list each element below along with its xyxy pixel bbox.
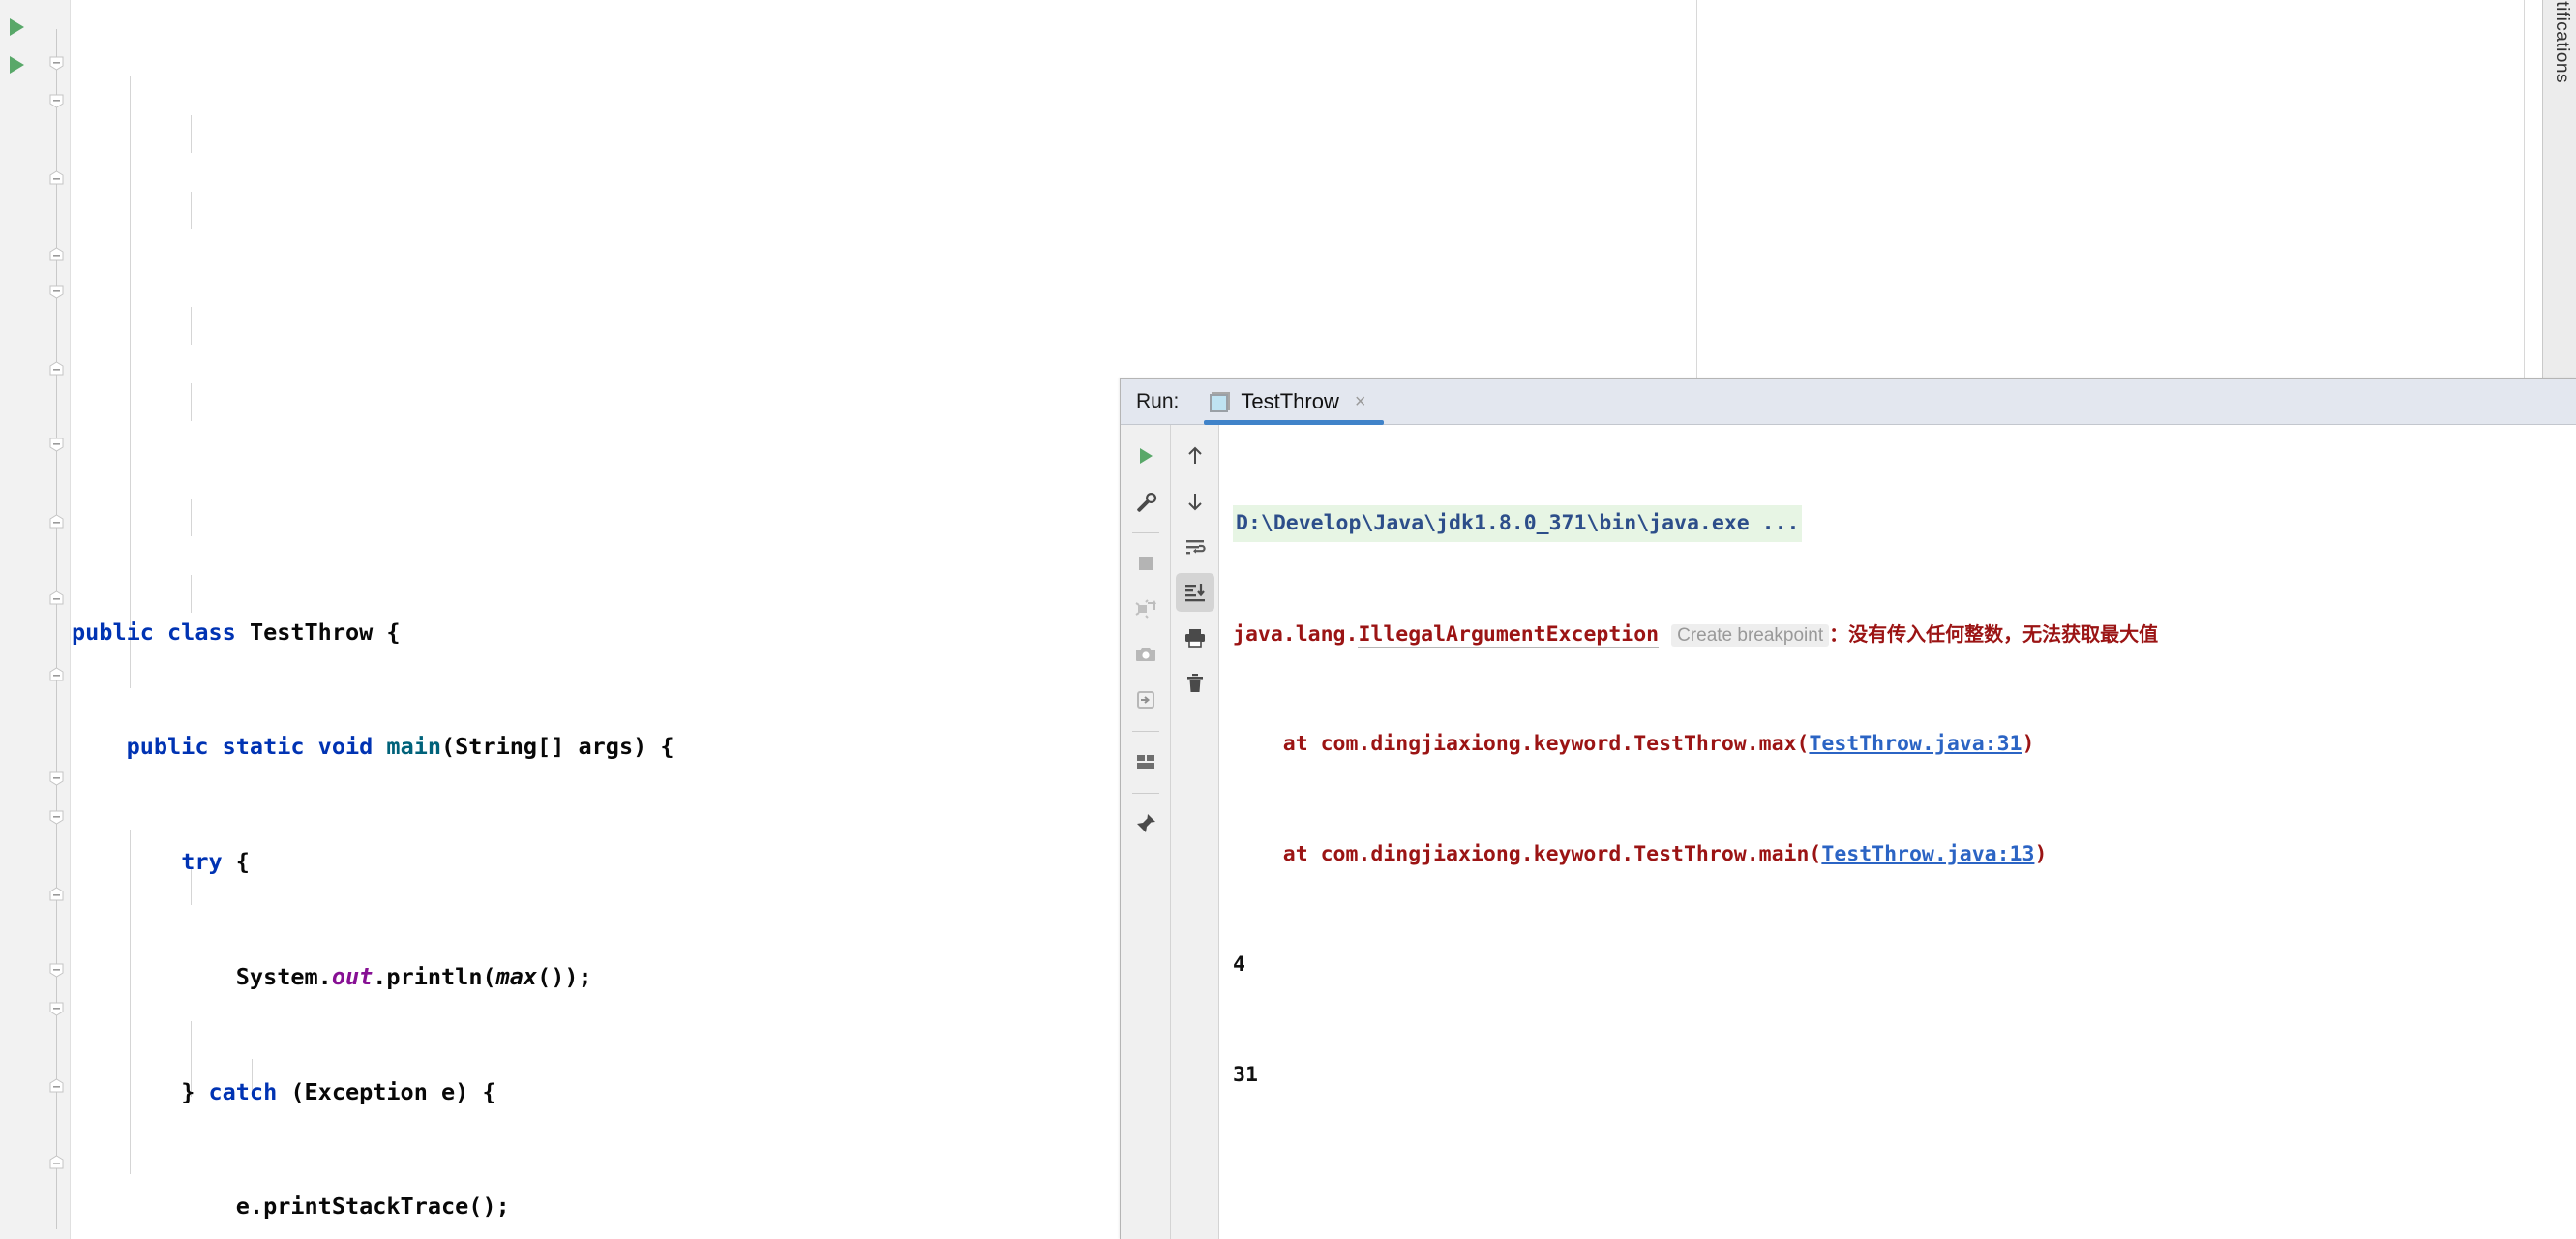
code-text-area[interactable]: public class TestThrow { public static v… — [70, 0, 1124, 1239]
exception-class[interactable]: IllegalArgumentException — [1358, 622, 1660, 648]
run-toolbar-left[interactable] — [1121, 425, 1171, 1239]
console-icon — [1210, 391, 1231, 412]
run-label: Run: — [1136, 390, 1180, 412]
exception-message: 没有传入任何整数，无法获取最大值 — [1848, 622, 2159, 646]
camera-icon[interactable] — [1126, 635, 1165, 674]
fold-marker-for[interactable] — [49, 963, 64, 978]
console-output[interactable]: D:\Develop\Java\jdk1.8.0_371\bin\java.ex… — [1219, 425, 2576, 1239]
toolbar-separator — [1131, 731, 1159, 732]
java-command: D:\Develop\Java\jdk1.8.0_371\bin\java.ex… — [1233, 505, 1803, 542]
run-tool-window-header: Run: TestThrow × — [1121, 379, 2576, 425]
code-line[interactable]: try { — [70, 843, 1124, 882]
fold-marker-catch3b[interactable] — [49, 590, 64, 605]
stack-file-link[interactable]: TestThrow.java:31 — [1809, 732, 2022, 756]
stdout-value: 4 — [1233, 952, 1245, 977]
indent-guide — [191, 115, 192, 153]
console-stdout-line: 31 — [1233, 1057, 2576, 1094]
up-arrow-icon[interactable] — [1176, 437, 1214, 475]
fold-marker-try2[interactable] — [49, 247, 64, 261]
create-breakpoint-badge[interactable]: Create breakpoint — [1671, 624, 1830, 647]
run-method-marker[interactable] — [10, 56, 24, 74]
indent-guide — [191, 307, 192, 345]
indent-guide — [191, 383, 192, 421]
indent-guide — [191, 499, 192, 536]
indent-guide — [130, 76, 131, 688]
tool-window-tab-notifications[interactable]: Notifications — [2547, 0, 2572, 83]
down-arrow-icon[interactable] — [1176, 482, 1214, 521]
fold-marker-main[interactable] — [49, 56, 64, 71]
trash-icon[interactable] — [1176, 664, 1214, 703]
fold-marker-if[interactable] — [49, 810, 64, 825]
fold-marker-try1[interactable] — [49, 94, 64, 108]
fold-marker-inner-if[interactable] — [49, 1002, 64, 1016]
console-stack-line: at com.dingjiaxiong.keyword.TestThrow.ma… — [1233, 836, 2576, 873]
code-line[interactable]: public static void main(String[] args) { — [70, 728, 1124, 767]
active-tab-indicator — [1204, 419, 1385, 425]
fold-marker-end-main[interactable] — [49, 667, 64, 681]
exception-separator: ： — [1829, 622, 1849, 646]
fold-marker-inner-if-end[interactable] — [49, 1078, 64, 1093]
fold-guide-line — [56, 29, 57, 1229]
run-tab-title: TestThrow — [1241, 389, 1339, 413]
code-line[interactable]: e.printStackTrace(); — [70, 1188, 1124, 1226]
close-icon[interactable]: × — [1355, 392, 1366, 411]
fold-marker-catch3[interactable] — [49, 514, 64, 529]
console-command-line: D:\Develop\Java\jdk1.8.0_371\bin\java.ex… — [1233, 505, 2576, 542]
fold-marker-for-end[interactable] — [49, 1155, 64, 1169]
settings-wrench-icon[interactable] — [1126, 482, 1165, 521]
fold-marker-catch2[interactable] — [49, 361, 64, 376]
fold-marker-try2b[interactable] — [49, 285, 64, 299]
run-toolbar-console[interactable] — [1171, 425, 1219, 1239]
run-tool-window-body: D:\Develop\Java\jdk1.8.0_371\bin\java.ex… — [1121, 425, 2576, 1239]
exception-package: java.lang. — [1233, 622, 1359, 647]
soft-wrap-icon[interactable] — [1176, 528, 1214, 566]
stack-suffix: ) — [2022, 732, 2035, 756]
indent-guide — [191, 575, 192, 613]
stack-file-link[interactable]: TestThrow.java:13 — [1821, 842, 2034, 866]
ide-window: public class TestThrow { public static v… — [0, 0, 2576, 1239]
console-stdout-line: 4 — [1233, 947, 2576, 983]
fold-marker-try3[interactable] — [49, 438, 64, 452]
console-exception-line: java.lang.IllegalArgumentException Creat… — [1233, 616, 2576, 652]
code-line[interactable]: System.out.println(max()); — [70, 958, 1124, 997]
toolbar-separator — [1131, 793, 1159, 794]
code-folding-rail[interactable] — [45, 0, 71, 1239]
import-icon[interactable] — [1126, 680, 1165, 719]
run-tool-window[interactable]: Run: TestThrow × D:\Develop\Java\jdk1.8.… — [1120, 378, 2576, 1239]
indent-guide — [191, 192, 192, 229]
rerun-icon[interactable] — [1126, 437, 1165, 475]
print-icon[interactable] — [1176, 619, 1214, 657]
scroll-to-end-icon[interactable] — [1175, 573, 1214, 612]
rerun-failed-tests-icon[interactable] — [1126, 589, 1165, 628]
stack-prefix: at com.dingjiaxiong.keyword.TestThrow.ma… — [1233, 732, 1810, 756]
stack-suffix: ) — [2034, 842, 2048, 866]
console-stack-line: at com.dingjiaxiong.keyword.TestThrow.ma… — [1233, 726, 2576, 763]
stop-icon[interactable] — [1126, 544, 1165, 583]
run-class-marker[interactable] — [10, 18, 24, 36]
fold-marker-if-end[interactable] — [49, 887, 64, 901]
toolbar-separator — [1131, 532, 1159, 533]
stack-prefix: at com.dingjiaxiong.keyword.TestThrow.ma… — [1233, 842, 1822, 866]
code-line[interactable]: public class TestThrow { — [70, 614, 1124, 652]
run-tab-testthrow[interactable]: TestThrow × — [1198, 379, 1385, 425]
code-line[interactable]: } catch (Exception e) { — [70, 1073, 1124, 1112]
editor-gutter[interactable] — [0, 0, 45, 1239]
layout-icon[interactable] — [1126, 742, 1165, 781]
stdout-value: 31 — [1233, 1063, 1258, 1087]
fold-marker-catch1[interactable] — [49, 170, 64, 185]
fold-marker-max[interactable] — [49, 771, 64, 786]
pin-icon[interactable] — [1126, 804, 1165, 843]
